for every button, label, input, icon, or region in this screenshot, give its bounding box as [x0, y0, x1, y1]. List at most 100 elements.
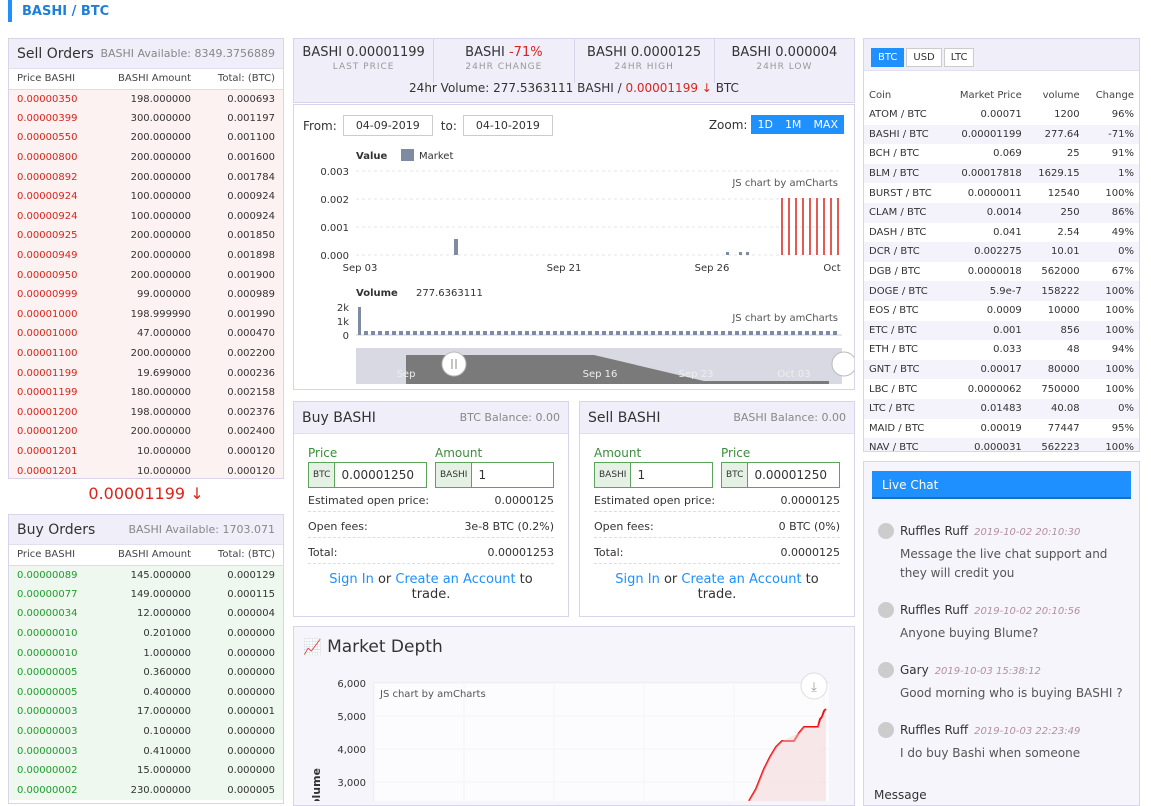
- table-row[interactable]: 0.00000550 200.000000 0.001100: [9, 128, 283, 148]
- market-row[interactable]: BASHI / BTC 0.00001199 277.64 -71%: [864, 124, 1139, 145]
- table-row[interactable]: 0.00000950 200.000000 0.001900: [9, 265, 283, 285]
- scroll-handle[interactable]: [441, 351, 467, 377]
- stats-row: BASHI 0.00001199 LAST PRICE BASHI -71% 24HR…: [294, 39, 854, 83]
- buy-amount-field[interactable]: BASHI 1: [435, 462, 554, 488]
- market-row[interactable]: MAID / BTC 0.00019 77447 95%: [864, 419, 1139, 439]
- tab-btc[interactable]: BTC: [871, 48, 905, 67]
- vol-bar: [812, 331, 816, 335]
- market-row[interactable]: DCR / BTC 0.002275 10.01 0%: [864, 242, 1139, 262]
- table-row[interactable]: 0.00001200 200.000000 0.002400: [9, 422, 283, 442]
- market-row[interactable]: NAV / BTC 0.000031 562223 100%: [864, 438, 1139, 451]
- table-row[interactable]: 0.00000350 198.000000 0.000693: [9, 89, 283, 109]
- table-row[interactable]: 0.00000002 15.000000 0.000000: [9, 760, 283, 781]
- to-date-input[interactable]: 04-10-2019: [462, 115, 553, 136]
- table-row[interactable]: 0.00000003 0.100000 0.000000: [9, 721, 283, 742]
- vol-bar: [749, 331, 753, 335]
- table-row[interactable]: 0.00000010 1.000000 0.000000: [9, 643, 283, 663]
- market-row[interactable]: BLM / BTC 0.00017818 1629.15 1%: [864, 163, 1139, 184]
- table-row[interactable]: 0.00000399 300.000000 0.001197: [9, 108, 283, 129]
- market-row[interactable]: LBC / BTC 0.0000062 750000 100%: [864, 379, 1139, 399]
- table-row[interactable]: 0.00000925 200.000000 0.001850: [9, 226, 283, 246]
- market-row[interactable]: BURST / BTC 0.0000011 12540 100%: [864, 183, 1139, 203]
- table-row[interactable]: 0.00001000 47.000000 0.000470: [9, 324, 283, 344]
- sign-in-link[interactable]: Sign In: [329, 572, 374, 587]
- price-cell: 0.00000005: [17, 667, 78, 679]
- amount-cell: 200.000000: [130, 426, 192, 438]
- market-row[interactable]: ETH / BTC 0.033 48 94%: [864, 340, 1139, 360]
- buy-price-input[interactable]: 0.00001250: [335, 468, 414, 482]
- market-row[interactable]: BCH / BTC 0.069 25 91%: [864, 144, 1139, 164]
- table-row[interactable]: 0.00000089 145.000000 0.000129: [9, 565, 283, 585]
- market-price-cell: 0.001: [945, 320, 1027, 341]
- price-cell: 0.00001199: [17, 367, 78, 379]
- create-account-link[interactable]: Create an Account: [681, 572, 801, 587]
- scroll-handle[interactable]: [831, 351, 854, 377]
- vol-bar: [483, 331, 487, 335]
- table-row[interactable]: 0.00000005 0.360000 0.000000: [9, 662, 283, 683]
- vol-bar: [742, 331, 746, 335]
- stat-label: 24HR HIGH: [614, 62, 674, 72]
- buy-amount-label: Amount: [435, 446, 483, 460]
- market-row[interactable]: GNT / BTC 0.00017 80000 100%: [864, 359, 1139, 380]
- table-row[interactable]: 0.00000924 100.000000 0.000924: [9, 206, 283, 227]
- scroll-label: Sep 23: [679, 369, 714, 380]
- zoom-1d-button[interactable]: 1D: [751, 115, 778, 134]
- table-row[interactable]: 0.00001201 10.000000 0.000120: [9, 461, 283, 478]
- table-row[interactable]: 0.00000002 230.000000 0.000005: [9, 780, 283, 801]
- table-row[interactable]: 0.00001201 10.000000 0.000120: [9, 441, 283, 462]
- sign-in-link[interactable]: Sign In: [615, 572, 660, 587]
- table-row[interactable]: 0.00000003 0.410000 0.000000: [9, 741, 283, 761]
- change-cell: 0%: [1084, 398, 1139, 419]
- vol-bar: [420, 331, 424, 335]
- market-row[interactable]: DASH / BTC 0.041 2.54 49%: [864, 223, 1139, 243]
- table-row[interactable]: 0.00000005 0.400000 0.000000: [9, 682, 283, 703]
- sell-price-input[interactable]: 0.00001250: [748, 468, 827, 482]
- market-row[interactable]: DGB / BTC 0.0000018 562000 67%: [864, 262, 1139, 282]
- table-row[interactable]: 0.00001100 200.000000 0.002200: [9, 343, 283, 364]
- table-row[interactable]: 0.00000924 100.000000 0.000924: [9, 186, 283, 207]
- market-row[interactable]: EOS / BTC 0.0009 10000 100%: [864, 301, 1139, 321]
- total-value: 0.00001253: [487, 546, 554, 559]
- depth-chart[interactable]: 6,000 5,000 4,000 3,000 JS chart by amCharts…: [294, 671, 854, 801]
- market-row[interactable]: ATOM / BTC 0.00071 1200 96%: [864, 105, 1139, 125]
- col-market-price: Market Price: [945, 85, 1027, 105]
- from-date-input[interactable]: 04-09-2019: [342, 115, 433, 136]
- table-row[interactable]: 0.00001200 198.000000 0.002376: [9, 402, 283, 423]
- tab-usd[interactable]: USD: [906, 48, 942, 67]
- market-row[interactable]: CLAM / BTC 0.0014 250 86%: [864, 202, 1139, 223]
- volume-cell: 10.01: [1026, 242, 1085, 262]
- table-row[interactable]: 0.00000999 99.000000 0.000989: [9, 284, 283, 305]
- buy-price-label: Price: [308, 446, 338, 460]
- table-row[interactable]: 0.00000003 17.000000 0.000001: [9, 702, 283, 722]
- sell-amount-input[interactable]: 1: [631, 468, 645, 482]
- zoom-max-button[interactable]: MAX: [807, 115, 844, 134]
- table-row[interactable]: 0.00000034 12.000000 0.000004: [9, 604, 283, 624]
- table-row[interactable]: 0.00000077 149.000000 0.000115: [9, 584, 283, 605]
- vol-bar: [504, 331, 508, 335]
- sell-amount-field[interactable]: BASHI 1: [594, 462, 713, 488]
- market-row[interactable]: DOGE / BTC 5.9e-7 158222 100%: [864, 281, 1139, 301]
- table-row[interactable]: 0.00000892 200.000000 0.001784: [9, 167, 283, 187]
- vol-bar: [637, 331, 641, 335]
- market-row[interactable]: LTC / BTC 0.01483 40.08 0%: [864, 398, 1139, 419]
- table-row[interactable]: 0.00000010 0.201000 0.000000: [9, 623, 283, 644]
- tab-ltc[interactable]: LTC: [943, 48, 975, 67]
- table-row[interactable]: 0.00001199 19.699000 0.000236: [9, 363, 283, 383]
- amount-cell: 19.699000: [136, 367, 192, 379]
- table-row[interactable]: 0.00000800 200.000000 0.001600: [9, 147, 283, 168]
- from-label: From:: [303, 118, 337, 133]
- buy-amount-input[interactable]: 1: [472, 468, 486, 482]
- sell-price-field[interactable]: BTC 0.00001250: [721, 462, 840, 488]
- buy-price-field[interactable]: BTC 0.00001250: [308, 462, 427, 488]
- table-row[interactable]: 0.00001199 180.000000 0.002158: [9, 382, 283, 403]
- market-tabs: BTC USD LTC: [871, 45, 976, 67]
- market-row[interactable]: ETC / BTC 0.001 856 100%: [864, 320, 1139, 341]
- table-row[interactable]: 0.00001000 198.999990 0.001990: [9, 304, 283, 325]
- price-cell: 0.00000010: [17, 628, 78, 640]
- zoom-1m-button[interactable]: 1M: [779, 115, 808, 134]
- create-account-link[interactable]: Create an Account: [395, 572, 515, 587]
- change-cell: 100%: [1084, 438, 1139, 451]
- price-chart[interactable]: Value Market 0.003 0.002 0.001 0.000 JS chart …: [294, 145, 854, 385]
- table-row[interactable]: 0.00000949 200.000000 0.001898: [9, 245, 283, 266]
- sell-available: BASHI Available: 8349.3756889: [100, 47, 275, 60]
